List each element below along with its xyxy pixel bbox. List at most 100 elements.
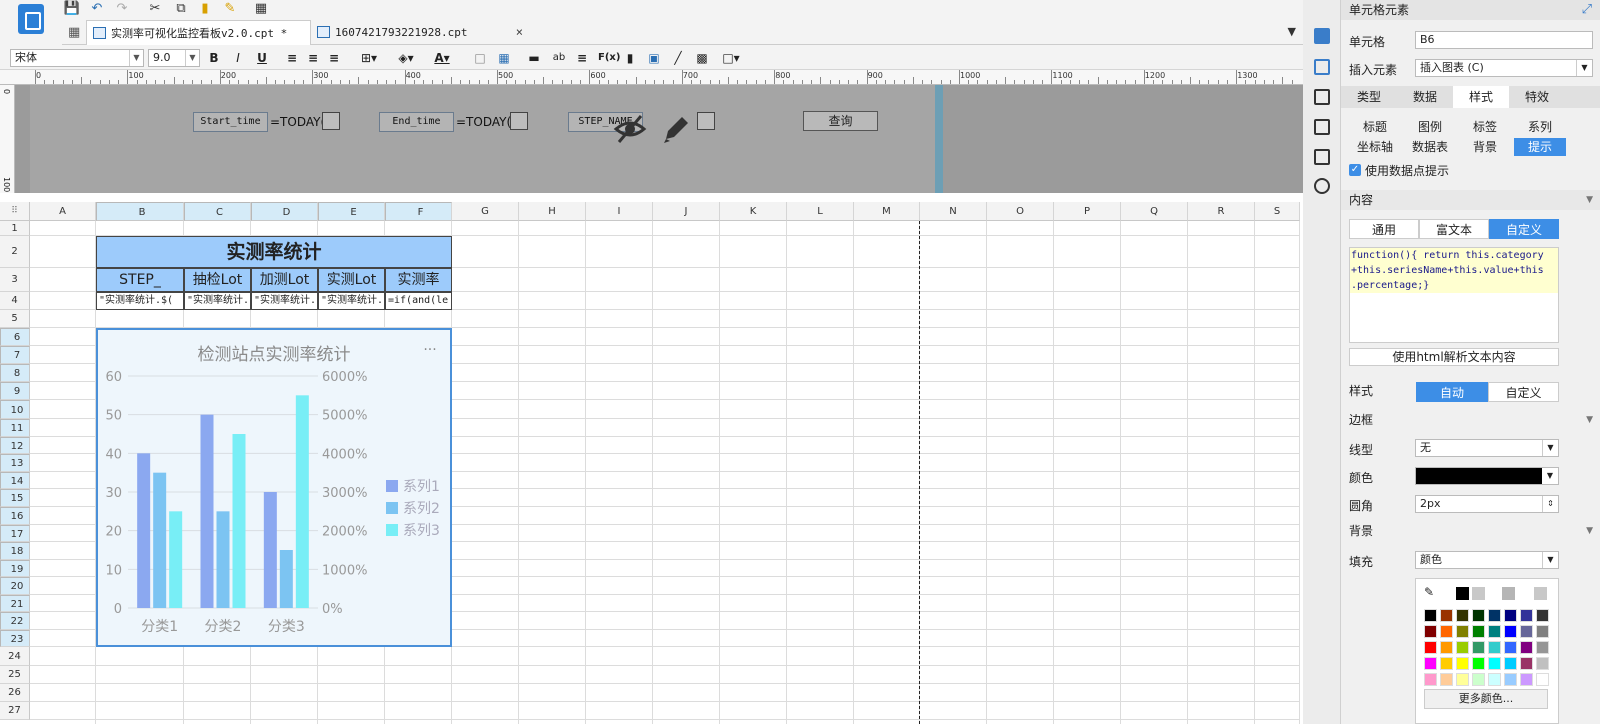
redo-icon[interactable]: ↷ (113, 1, 131, 17)
row-header-5[interactable]: 5 (0, 310, 30, 328)
row-header-20[interactable]: 20 (0, 577, 30, 595)
html-parse-button[interactable]: 使用html解析文本内容 (1349, 348, 1559, 366)
bar-chart[interactable]: 检测站点实测率统计 ··· 0 0% 10 1000% 20 2000% 30 3000% 40 40… (96, 328, 452, 647)
palette-color-swatch[interactable] (1536, 657, 1549, 670)
palette-color-swatch[interactable] (1440, 673, 1453, 686)
table-header-cell[interactable]: 加测Lot (251, 268, 318, 292)
align-center-icon[interactable]: ≡ (305, 50, 321, 66)
eyedropper-icon[interactable]: ✎ (1424, 585, 1434, 599)
query-button[interactable]: 查询 (803, 111, 878, 131)
palette-color-swatch[interactable] (1456, 641, 1469, 654)
edit-pencil-icon[interactable] (660, 113, 690, 145)
row-header-12[interactable]: 12 (0, 437, 30, 454)
legend-swatch[interactable] (386, 502, 398, 514)
palette-color-swatch[interactable] (1472, 641, 1485, 654)
row-header-10[interactable]: 10 (0, 400, 30, 419)
border-icon[interactable]: ⊞▾ (356, 50, 382, 66)
palette-color-swatch[interactable] (1536, 641, 1549, 654)
column-header-k[interactable]: K (720, 202, 787, 221)
row-header-11[interactable]: 11 (0, 419, 30, 437)
column-header-r[interactable]: R (1188, 202, 1255, 221)
code-editor[interactable]: function(){ return this.category +this.s… (1349, 247, 1559, 343)
palette-color-swatch[interactable] (1504, 609, 1517, 622)
table-header-cell[interactable]: 实测Lot (318, 268, 385, 292)
content-section-header[interactable]: 内容 ▼ (1341, 190, 1600, 210)
bar-系列3-分类3[interactable] (295, 395, 309, 608)
background-section-header[interactable]: 背景 ▼ (1341, 521, 1600, 541)
palette-color-swatch[interactable] (1488, 673, 1501, 686)
cell-input[interactable]: B6 (1415, 31, 1593, 49)
row-header-8[interactable]: 8 (0, 364, 30, 382)
legend-swatch[interactable] (386, 524, 398, 536)
subtab-sub_tabs_row2-0[interactable]: 坐标轴 (1349, 138, 1401, 156)
subtab-sub_tabs_row2-2[interactable]: 背景 (1459, 138, 1511, 156)
subtab-sub_tabs_row1-3[interactable]: 系列 (1514, 118, 1566, 136)
insert-element-select[interactable]: 插入图表 (C) ▼ (1415, 59, 1593, 77)
font-color-icon[interactable]: A▾ (428, 50, 456, 66)
table-title-cell[interactable]: 实测率统计 (96, 236, 452, 268)
palette-color-swatch[interactable] (1424, 673, 1437, 686)
underline-button[interactable]: U (254, 50, 270, 66)
list-icon[interactable]: ≡ (574, 50, 590, 66)
column-header-s[interactable]: S (1255, 202, 1300, 221)
palette-color-swatch[interactable] (1504, 657, 1517, 670)
palette-color-swatch[interactable] (1520, 641, 1533, 654)
recent-color-swatch[interactable] (1472, 587, 1485, 600)
legend-label[interactable]: 系列2 (403, 501, 440, 517)
insert-row-icon[interactable]: ▬ (526, 50, 542, 66)
dropdown-widget-icon[interactable] (697, 112, 715, 130)
copy-icon[interactable]: ⧉ (172, 1, 190, 17)
chart-icon[interactable]: ▮ (622, 50, 638, 66)
table-formula-cell[interactable]: "实测率统计. (184, 292, 251, 310)
palette-color-swatch[interactable] (1440, 625, 1453, 638)
row-header-2[interactable]: 2 (0, 236, 30, 268)
slash-icon[interactable]: ╱ (670, 50, 686, 66)
content-tab-general[interactable]: 通用 (1349, 219, 1419, 239)
column-header-p[interactable]: P (1054, 202, 1121, 221)
tab-data[interactable]: 数据 (1397, 86, 1453, 108)
widget-settings-icon[interactable] (1314, 119, 1330, 135)
row-header-26[interactable]: 26 (0, 684, 30, 702)
calendar-icon[interactable] (322, 112, 340, 130)
palette-color-swatch[interactable] (1520, 625, 1533, 638)
column-header-q[interactable]: Q (1121, 202, 1188, 221)
fill-color-icon[interactable]: ◈▾ (393, 50, 419, 66)
legend-swatch[interactable] (386, 480, 398, 492)
content-tab-custom[interactable]: 自定义 (1489, 219, 1559, 239)
column-header-h[interactable]: H (519, 202, 586, 221)
row-header-13[interactable]: 13 (0, 454, 30, 472)
bar-系列2-分类1[interactable] (153, 472, 167, 608)
row-header-7[interactable]: 7 (0, 346, 30, 364)
palette-color-swatch[interactable] (1456, 673, 1469, 686)
row-header-22[interactable]: 22 (0, 612, 30, 630)
palette-color-swatch[interactable] (1504, 641, 1517, 654)
palette-color-swatch[interactable] (1488, 625, 1501, 638)
tab-type[interactable]: 类型 (1341, 86, 1397, 108)
subtab-sub_tabs_row2-3[interactable]: 提示 (1514, 138, 1566, 156)
column-header-l[interactable]: L (787, 202, 854, 221)
row-header-3[interactable]: 3 (0, 268, 30, 292)
row-header-14[interactable]: 14 (0, 472, 30, 489)
column-header-i[interactable]: I (586, 202, 653, 221)
bar-系列2-分类2[interactable] (216, 511, 230, 608)
legend-label[interactable]: 系列3 (403, 523, 440, 539)
palette-color-swatch[interactable] (1456, 657, 1469, 670)
bar-系列3-分类2[interactable] (232, 434, 246, 608)
corner-radius-input[interactable]: 2px ⇕ (1415, 495, 1559, 513)
select-all-corner[interactable]: ⠿ (0, 202, 30, 221)
undo-icon[interactable]: ↶ (88, 1, 106, 17)
table-header-cell[interactable]: 实测率 (385, 268, 452, 292)
tab-current-file[interactable]: 实测率可视化监控看板v2.0.cpt * (86, 20, 311, 45)
row-header-23[interactable]: 23 (0, 630, 30, 647)
palette-color-swatch[interactable] (1440, 641, 1453, 654)
grid-icon[interactable]: ▦ (68, 25, 80, 40)
tab-menu-icon[interactable]: ▼ (1288, 25, 1296, 38)
report-properties-icon[interactable] (1314, 59, 1330, 75)
palette-color-swatch[interactable] (1424, 625, 1437, 638)
border-section-header[interactable]: 边框 ▼ (1341, 410, 1600, 430)
stepper-icon[interactable]: ⇕ (1542, 496, 1558, 512)
content-tab-richtext[interactable]: 富文本 (1419, 219, 1489, 239)
font-select[interactable]: 宋体 ▼ (10, 49, 144, 67)
subtab-sub_tabs_row1-1[interactable]: 图例 (1404, 118, 1456, 136)
row-header-19[interactable]: 19 (0, 560, 30, 577)
